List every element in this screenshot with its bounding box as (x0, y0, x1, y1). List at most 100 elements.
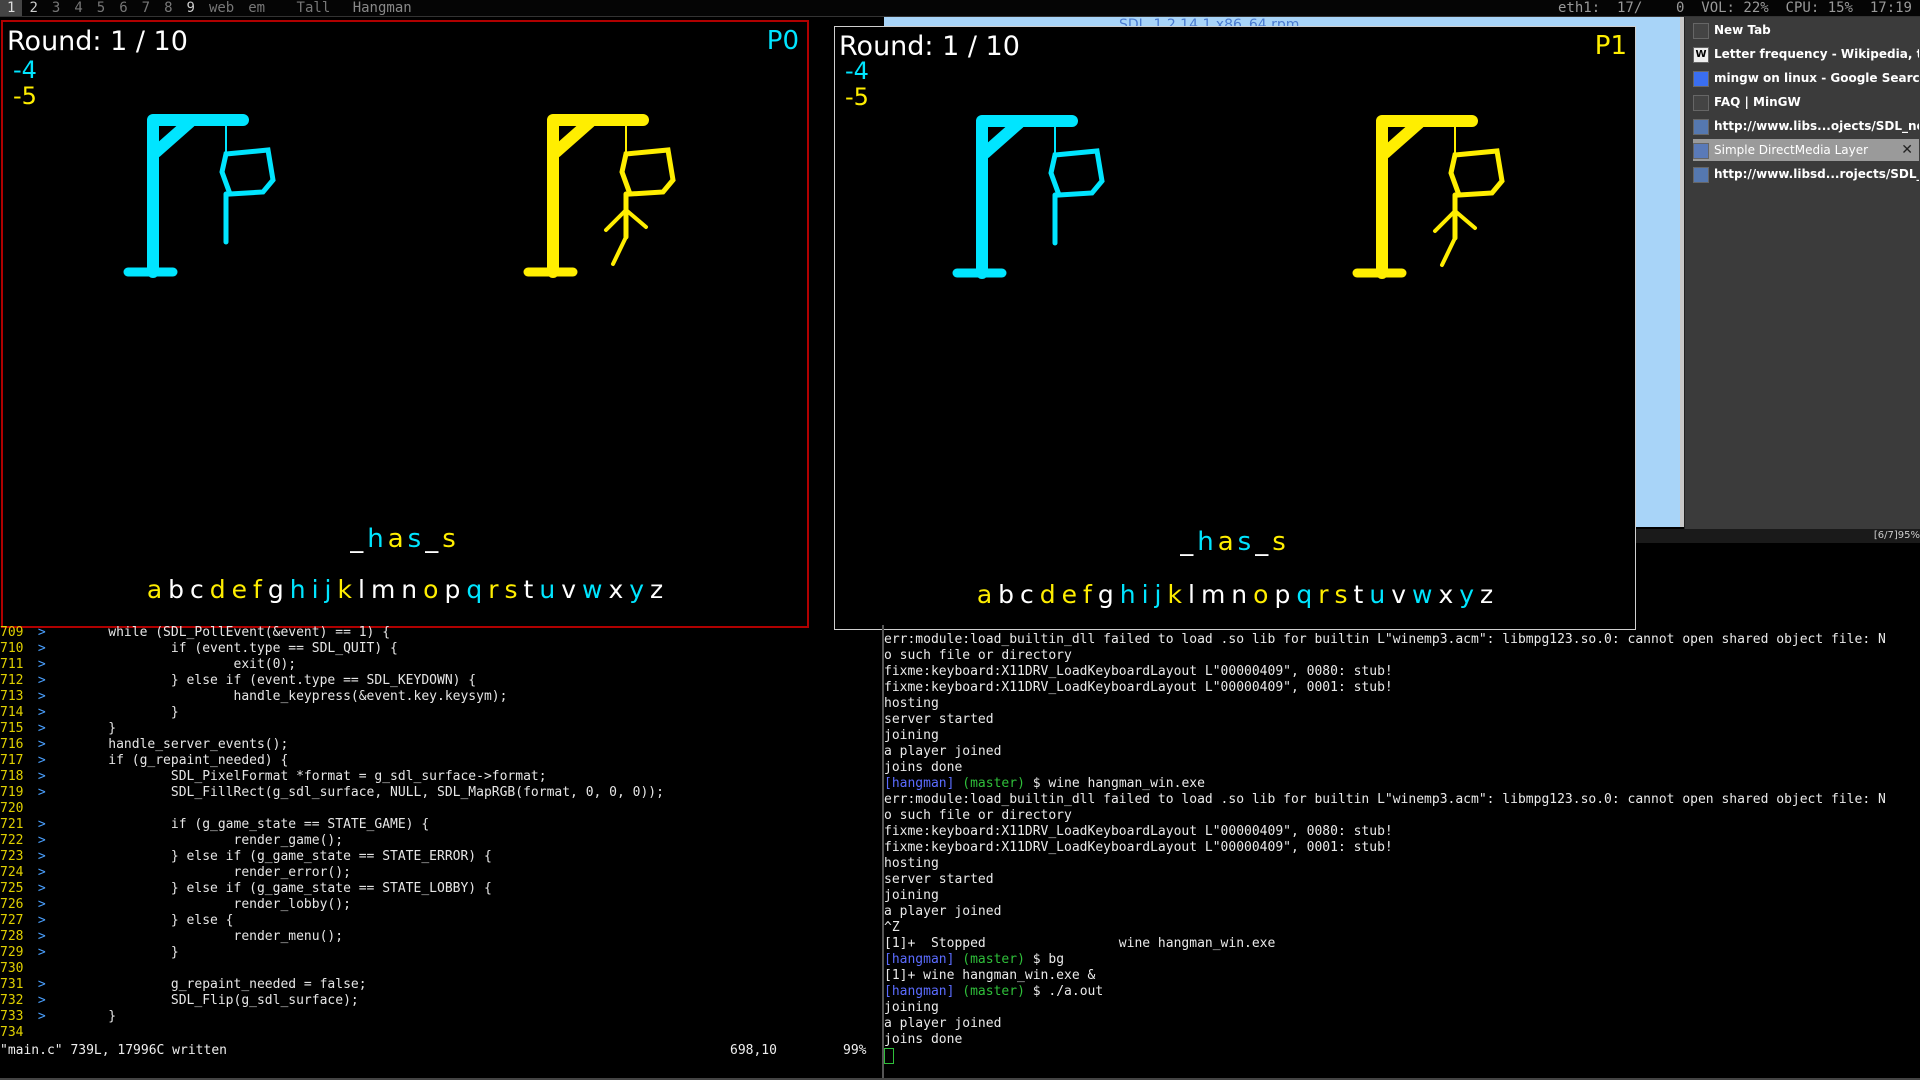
letter-z[interactable]: z (1480, 580, 1493, 609)
code-line[interactable]: 720 (0, 801, 882, 817)
workspace-5[interactable]: 5 (90, 0, 112, 16)
code-line[interactable]: 733 > } (0, 1009, 882, 1025)
code-line[interactable]: 719 > SDL_FillRect(g_sdl_surface, NULL, … (0, 785, 882, 801)
browser-tab[interactable]: New Tab (1693, 19, 1919, 41)
workspace-1[interactable]: 1 (0, 0, 23, 16)
letter-b[interactable]: b (998, 580, 1014, 609)
letter-o[interactable]: o (423, 575, 438, 604)
terminal-cursor-line[interactable] (884, 1048, 1920, 1065)
letter-r[interactable]: r (488, 575, 498, 604)
letter-l[interactable]: l (358, 575, 365, 604)
code-line[interactable]: 710 > if (event.type == SDL_QUIT) { (0, 641, 882, 657)
letter-g[interactable]: g (268, 575, 284, 604)
code-line[interactable]: 726 > render_lobby(); (0, 897, 882, 913)
letter-e[interactable]: e (1062, 580, 1077, 609)
code-line[interactable]: 732 > SDL_Flip(g_sdl_surface); (0, 993, 882, 1009)
letter-v[interactable]: v (561, 575, 576, 604)
workspace-6[interactable]: 6 (112, 0, 134, 16)
browser-tab[interactable]: FAQ | MinGW (1693, 91, 1919, 113)
letter-i[interactable]: i (1142, 580, 1149, 609)
vim-editor[interactable]: 709 > while (SDL_PollEvent(&event) == 1)… (0, 625, 882, 1070)
browser-tab[interactable]: mingw on linux - Google Search (1693, 67, 1919, 89)
code-line[interactable]: 727 > } else { (0, 913, 882, 929)
code-line[interactable]: 734 (0, 1025, 882, 1041)
letter-j[interactable]: j (325, 575, 332, 604)
code-line[interactable]: 715 > } (0, 721, 882, 737)
letter-a[interactable]: a (977, 580, 992, 609)
hangman-window-p1[interactable]: Round: 1 / 10 P1 -4 -5 _has_s abcdefgh i… (834, 26, 1636, 630)
letter-e[interactable]: e (232, 575, 247, 604)
letter-m[interactable]: m (1201, 580, 1225, 609)
letter-m[interactable]: m (371, 575, 395, 604)
code-line[interactable]: 712 > } else if (event.type == SDL_KEYDO… (0, 673, 882, 689)
letter-j[interactable]: j (1155, 580, 1162, 609)
letter-q[interactable]: q (466, 575, 482, 604)
code-line[interactable]: 729 > } (0, 945, 882, 961)
letter-p[interactable]: p (1274, 580, 1290, 609)
letter-u[interactable]: u (539, 575, 555, 604)
code-line[interactable]: 728 > render_menu(); (0, 929, 882, 945)
workspace-7[interactable]: 7 (135, 0, 157, 16)
letter-k[interactable]: k (338, 575, 352, 604)
letter-f[interactable]: f (1083, 580, 1092, 609)
letter-v[interactable]: v (1391, 580, 1406, 609)
letter-f[interactable]: f (253, 575, 262, 604)
letter-n[interactable]: n (1231, 580, 1247, 609)
letter-k[interactable]: k (1168, 580, 1182, 609)
code-line[interactable]: 722 > render_game(); (0, 833, 882, 849)
code-line[interactable]: 724 > render_error(); (0, 865, 882, 881)
hangman-window-p0[interactable]: Round: 1 / 10 P0 -4 -5 _has_s abcdefgh i… (1, 20, 809, 628)
letter-p[interactable]: p (444, 575, 460, 604)
letter-w[interactable]: w (582, 575, 602, 604)
letter-h[interactable]: h (290, 575, 306, 604)
code-line[interactable]: 711 > exit(0); (0, 657, 882, 673)
browser-tab[interactable]: Simple DirectMedia Layer ✕ (1693, 139, 1919, 161)
letter-b[interactable]: b (168, 575, 184, 604)
browser-tab[interactable]: http://www.libsd...rojects/SDL_ttf/ (1693, 163, 1919, 185)
code-line[interactable]: 731 > g_repaint_needed = false; (0, 977, 882, 993)
letter-c[interactable]: c (190, 575, 204, 604)
workspace-em[interactable]: em (241, 0, 272, 16)
code-line[interactable]: 717 > if (g_repaint_needed) { (0, 753, 882, 769)
workspace-4[interactable]: 4 (67, 0, 89, 16)
workspace-web[interactable]: web (202, 0, 241, 16)
code-line[interactable]: 713 > handle_keypress(&event.key.keysym)… (0, 689, 882, 705)
letter-d[interactable]: d (210, 575, 226, 604)
terminal[interactable]: err:module:load_builtin_dll failed to lo… (884, 632, 1920, 1072)
letter-s[interactable]: s (504, 575, 517, 604)
workspace-3[interactable]: 3 (45, 0, 67, 16)
letter-i[interactable]: i (312, 575, 319, 604)
workspace-8[interactable]: 8 (157, 0, 179, 16)
letter-u[interactable]: u (1369, 580, 1385, 609)
letter-t[interactable]: t (524, 575, 534, 604)
letter-n[interactable]: n (401, 575, 417, 604)
workspace-9[interactable]: 9 (180, 0, 202, 16)
letter-d[interactable]: d (1040, 580, 1056, 609)
letter-a[interactable]: a (147, 575, 162, 604)
letter-o[interactable]: o (1253, 580, 1268, 609)
close-icon[interactable]: ✕ (1901, 139, 1913, 161)
letter-z[interactable]: z (650, 575, 663, 604)
workspace-2[interactable]: 2 (22, 0, 44, 16)
letter-t[interactable]: t (1354, 580, 1364, 609)
letter-c[interactable]: c (1020, 580, 1034, 609)
code-line[interactable]: 716 > handle_server_events(); (0, 737, 882, 753)
letter-r[interactable]: r (1318, 580, 1328, 609)
code-line[interactable]: 730 (0, 961, 882, 977)
letter-s[interactable]: s (1334, 580, 1347, 609)
letter-y[interactable]: y (1459, 580, 1474, 609)
letter-q[interactable]: q (1296, 580, 1312, 609)
code-line[interactable]: 723 > } else if (g_game_state == STATE_E… (0, 849, 882, 865)
code-line[interactable]: 714 > } (0, 705, 882, 721)
letter-x[interactable]: x (1438, 580, 1453, 609)
browser-tab[interactable]: W Letter frequency - Wikipedia, th... (1693, 43, 1919, 65)
browser-tab[interactable]: http://www.libs...ojects/SDL_net/ (1693, 115, 1919, 137)
letter-w[interactable]: w (1412, 580, 1432, 609)
code-line[interactable]: 718 > SDL_PixelFormat *format = g_sdl_su… (0, 769, 882, 785)
letter-x[interactable]: x (608, 575, 623, 604)
letter-h[interactable]: h (1120, 580, 1136, 609)
code-line[interactable]: 721 > if (g_game_state == STATE_GAME) { (0, 817, 882, 833)
letter-g[interactable]: g (1098, 580, 1114, 609)
code-line[interactable]: 709 > while (SDL_PollEvent(&event) == 1)… (0, 625, 882, 641)
letter-y[interactable]: y (629, 575, 644, 604)
